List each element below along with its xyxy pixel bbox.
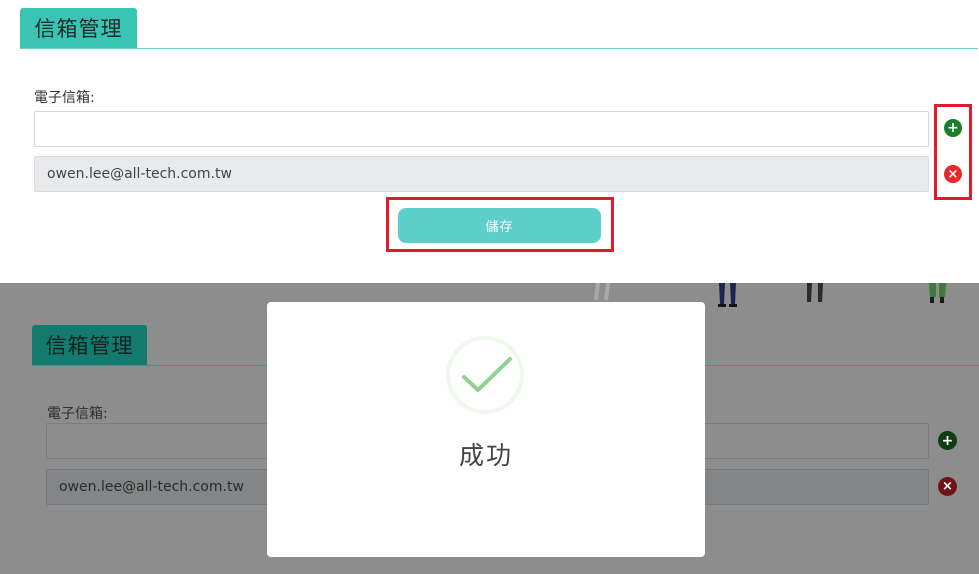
tab-label: 信箱管理 xyxy=(45,334,134,358)
success-message: 成功 xyxy=(458,441,513,470)
remove-email-button-dimmed: × xyxy=(938,477,957,496)
plus-icon: + xyxy=(947,120,959,136)
close-icon: × xyxy=(947,166,959,182)
existing-email-field: owen.lee@all-tech.com.tw xyxy=(34,156,929,192)
tab-label: 信箱管理 xyxy=(34,17,123,41)
close-icon: × xyxy=(942,479,953,494)
decorative-figure-4 xyxy=(929,283,946,303)
email-label: 電子信箱: xyxy=(34,90,95,106)
save-button[interactable]: 儲存 xyxy=(398,208,601,243)
tab-underline xyxy=(20,48,978,49)
decorative-figure-1 xyxy=(594,283,610,300)
check-icon xyxy=(462,357,512,392)
new-email-input[interactable] xyxy=(34,111,929,147)
email-label-dimmed: 電子信箱: xyxy=(47,406,108,422)
tab-email-management-dimmed: 信箱管理 xyxy=(32,325,147,365)
decorative-figure-2 xyxy=(718,283,737,307)
add-email-button[interactable]: + xyxy=(944,119,962,137)
remove-email-button[interactable]: × xyxy=(944,165,962,183)
add-email-button-dimmed: + xyxy=(938,431,957,450)
tab-email-management[interactable]: 信箱管理 xyxy=(20,8,137,48)
decorative-figure-3 xyxy=(807,283,823,302)
plus-icon: + xyxy=(941,432,954,449)
